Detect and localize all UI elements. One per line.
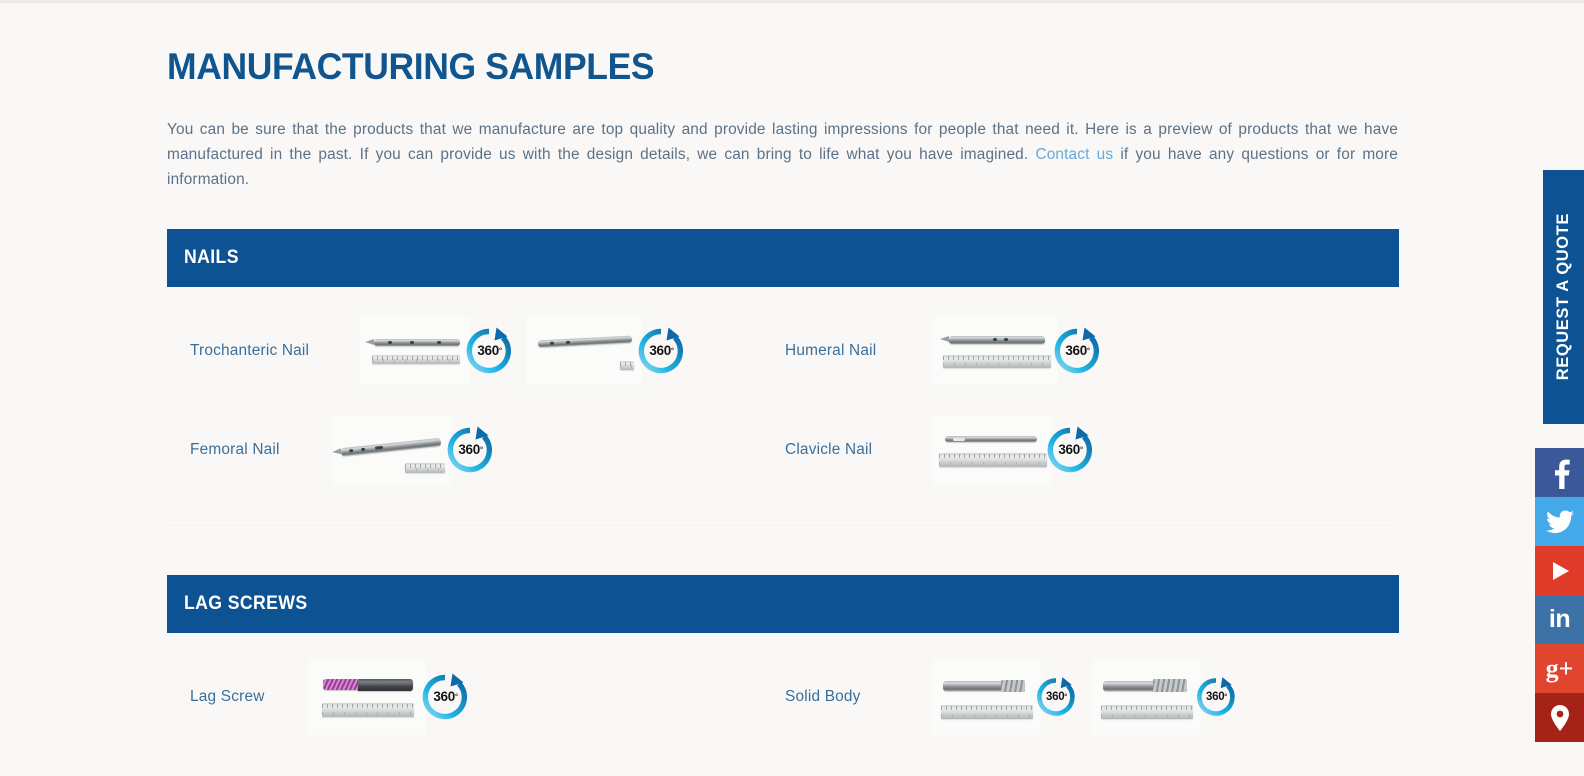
- product-thumbnails: 360 °: [308, 658, 471, 735]
- product-thumbnails: 360 °: [933, 414, 1096, 485]
- screw-thread-tip: [1001, 679, 1025, 692]
- googleplus-glyph: g+: [1545, 653, 1574, 683]
- linkedin-glyph: in: [1548, 605, 1571, 633]
- request-a-quote-tab[interactable]: REQUEST A QUOTE: [1543, 170, 1584, 424]
- nail-hole: [437, 340, 441, 344]
- product-photo[interactable]: [933, 414, 1051, 485]
- view-360-badge[interactable]: 360 °: [635, 325, 687, 377]
- ruler-shape: [1101, 704, 1193, 719]
- product-label: Clavicle Nail: [785, 440, 873, 458]
- facebook-icon[interactable]: [1535, 448, 1584, 497]
- nail-hole: [565, 340, 571, 344]
- product-item-solid-body: Solid Body 360 ° 360 °: [783, 647, 1399, 746]
- product-photo[interactable]: [1093, 658, 1201, 735]
- linkedin-icon[interactable]: in: [1535, 595, 1584, 644]
- youtube-icon[interactable]: [1535, 546, 1584, 595]
- googleplus-icon[interactable]: g+: [1535, 644, 1584, 693]
- nail-rod-shape: [945, 435, 1037, 442]
- nail-hole: [374, 445, 384, 450]
- section-header-nails: NAILS: [167, 229, 1399, 287]
- badge-text: 360 °: [433, 689, 458, 704]
- intro-paragraph: You can be sure that the products that w…: [167, 117, 1398, 192]
- nail-hole: [388, 340, 392, 344]
- section-header-lag-screws: LAG SCREWS: [167, 575, 1399, 633]
- nail-rod-shape: [340, 437, 442, 456]
- product-row: Trochanteric Nail 360 ° 360 ° Humeral Na…: [167, 301, 1399, 400]
- product-label: Humeral Nail: [785, 341, 877, 359]
- section-nails: NAILS Trochanteric Nail 360 ° 360 ° Hume…: [167, 229, 1399, 526]
- page-title: MANUFACTURING SAMPLES: [167, 46, 655, 87]
- product-item-lag-screw: Lag Screw 360 °: [167, 647, 783, 746]
- view-360-badge[interactable]: 360 °: [1194, 675, 1238, 719]
- product-item-humeral-nail: Humeral Nail 360 °: [783, 301, 1399, 400]
- badge-text: 360 °: [1046, 690, 1067, 703]
- view-360-badge[interactable]: 360 °: [463, 325, 515, 377]
- nail-hole: [349, 448, 354, 452]
- product-item-femoral-nail: Femoral Nail 360 °: [167, 400, 783, 499]
- request-a-quote-label: REQUEST A QUOTE: [1554, 213, 1572, 381]
- product-label: Trochanteric Nail: [190, 341, 310, 359]
- screw-body-shape: [943, 680, 1005, 691]
- nail-hole: [953, 437, 965, 441]
- product-item-trochanteric-nail: Trochanteric Nail 360 ° 360 °: [167, 301, 783, 400]
- nail-hole: [1004, 337, 1008, 341]
- product-label: Femoral Nail: [190, 440, 280, 458]
- nail-rod-shape: [365, 338, 460, 346]
- product-photo[interactable]: [308, 658, 426, 735]
- badge-text: 360 °: [1065, 343, 1090, 358]
- product-row: Lag Screw 360 ° Solid Body 360 ° 360 °: [167, 647, 1399, 746]
- screw-thread-tip: [323, 678, 361, 690]
- view-360-badge[interactable]: 360 °: [1044, 424, 1096, 476]
- ruler-shape: [372, 354, 460, 364]
- nail-hole: [360, 447, 366, 451]
- view-360-badge[interactable]: 360 °: [1034, 675, 1078, 719]
- product-photo[interactable]: [933, 658, 1041, 735]
- twitter-icon[interactable]: [1535, 497, 1584, 546]
- location-pin-icon[interactable]: [1535, 693, 1584, 742]
- nail-hole: [549, 341, 555, 345]
- product-label: Lag Screw: [190, 687, 265, 705]
- badge-text: 360 °: [649, 343, 674, 358]
- product-thumbnails: 360 °: [360, 316, 687, 385]
- badge-text: 360 °: [1206, 690, 1227, 703]
- product-thumbnails: 360 °: [933, 316, 1103, 385]
- ruler-shape: [941, 704, 1033, 719]
- ruler-shape: [620, 360, 634, 370]
- nail-hole: [410, 340, 414, 344]
- nail-rod-shape: [537, 335, 633, 347]
- nail-rod-shape: [940, 335, 1045, 344]
- product-label: Solid Body: [785, 687, 861, 705]
- screw-body-shape: [1103, 680, 1157, 691]
- badge-text: 360 °: [477, 343, 502, 358]
- page-content: MANUFACTURING SAMPLES You can be sure th…: [167, 0, 1399, 746]
- view-360-badge[interactable]: 360 °: [419, 671, 471, 723]
- view-360-badge[interactable]: 360 °: [444, 424, 496, 476]
- badge-text: 360 °: [458, 442, 483, 457]
- nail-hole: [993, 337, 997, 341]
- product-photo[interactable]: [933, 316, 1058, 385]
- ruler-shape: [322, 702, 414, 717]
- section-lag-screws: LAG SCREWS Lag Screw 360 ° Solid Body 36…: [167, 575, 1399, 746]
- section-body-nails: Trochanteric Nail 360 ° 360 ° Humeral Na…: [167, 287, 1399, 499]
- badge-text: 360 °: [1058, 442, 1083, 457]
- product-photo[interactable]: [526, 316, 642, 385]
- product-item-clavicle-nail: Clavicle Nail 360 °: [783, 400, 1399, 499]
- section-body-lag-screws: Lag Screw 360 ° Solid Body 360 ° 360 °: [167, 633, 1399, 746]
- product-thumbnails: 360 ° 360 °: [933, 658, 1238, 735]
- section-title: LAG SCREWS: [184, 593, 308, 614]
- section-divider: [167, 525, 1399, 526]
- contact-us-link[interactable]: Contact us: [1035, 146, 1113, 163]
- view-360-badge[interactable]: 360 °: [1051, 325, 1103, 377]
- screw-thread-tip: [1153, 678, 1187, 692]
- screw-shaft: [358, 678, 413, 691]
- product-photo[interactable]: [333, 414, 451, 485]
- social-links-rail: in g+: [1535, 448, 1584, 742]
- product-thumbnails: 360 °: [333, 414, 496, 485]
- product-row: Femoral Nail 360 ° Clavicle Nail 360 °: [167, 400, 1399, 499]
- section-title: NAILS: [184, 247, 239, 268]
- ruler-shape: [405, 462, 445, 473]
- ruler-shape: [939, 452, 1047, 467]
- product-photo[interactable]: [360, 316, 470, 385]
- ruler-shape: [943, 354, 1051, 368]
